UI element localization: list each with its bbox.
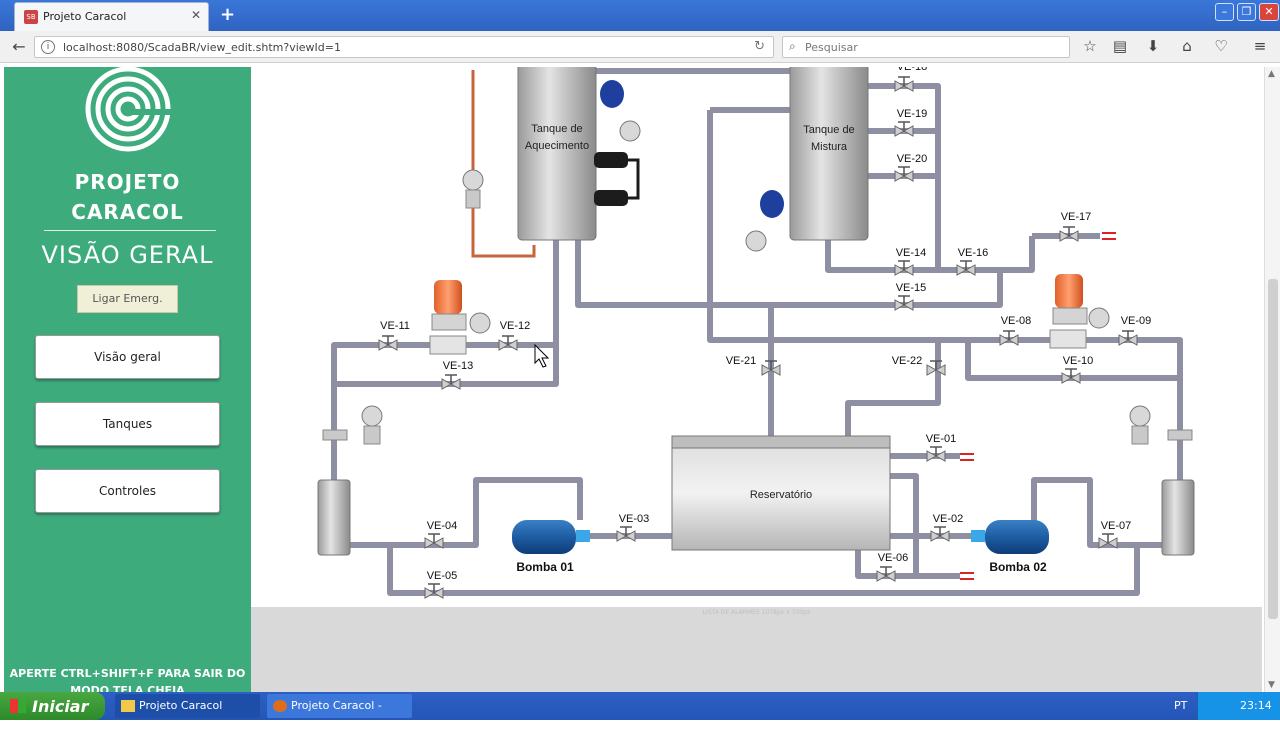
home-icon[interactable]: ⌂	[1177, 37, 1197, 55]
heating-tank	[517, 63, 597, 241]
reload-icon[interactable]: ↻	[754, 39, 765, 54]
nav-visao-geral-button[interactable]: Visão geral	[35, 335, 220, 379]
pump-01-label: Bomba 01	[516, 560, 574, 574]
menu-icon[interactable]: ≡	[1250, 37, 1270, 55]
valve-label-14: VE-14	[896, 247, 927, 259]
valve-label-07: VE-07	[1101, 520, 1132, 532]
valve-label-06: VE-06	[878, 552, 909, 564]
maximize-button[interactable]: ❐	[1237, 3, 1256, 21]
windows-taskbar: Iniciar Projeto Caracol Projeto Caracol …	[0, 692, 1280, 736]
pocket-icon[interactable]: ♡	[1211, 37, 1231, 55]
mixing-tank	[789, 63, 869, 241]
page-title: VISÃO GERAL	[41, 241, 214, 269]
valve-label-05: VE-05	[427, 570, 458, 582]
filter-left	[317, 479, 351, 556]
divider	[44, 230, 216, 231]
mixing-tank-label-1: Tanque de	[803, 124, 854, 136]
valve-label-03: VE-03	[619, 513, 650, 525]
folder-icon	[121, 700, 135, 712]
favicon-icon: SB	[24, 10, 38, 24]
valve-label-11: VE-11	[380, 320, 410, 332]
search-placeholder: Pesquisar	[805, 41, 858, 54]
url-text: localhost:8080/ScadaBR/view_edit.shtm?vi…	[63, 41, 341, 54]
pump-02-label: Bomba 02	[989, 560, 1047, 574]
mixing-tank-label-2: Mistura	[811, 141, 848, 153]
language-indicator[interactable]: PT	[1174, 699, 1187, 712]
nav-controles-button[interactable]: Controles	[35, 469, 220, 513]
heating-tank-label-2: Aquecimento	[525, 140, 589, 152]
mouse-cursor-icon	[534, 343, 550, 368]
alarm-caption: LISTA DE ALARMES 1078px x 700px	[702, 609, 811, 616]
process-diagram: Tanque de Aquecimento Tanque de Mistura …	[317, 61, 1195, 599]
search-input[interactable]: ⌕ Pesquisar	[782, 36, 1070, 58]
new-tab-button[interactable]: +	[220, 4, 235, 25]
brand-line-2: CARACOL	[71, 200, 184, 224]
back-button[interactable]: ←	[8, 37, 30, 57]
browser-titlebar: SB Projeto Caracol ✕ + – ❐ ✕	[0, 0, 1280, 31]
valve-label-15: VE-15	[896, 282, 927, 294]
heater-wire	[628, 158, 640, 200]
start-label: Iniciar	[32, 697, 89, 716]
heating-tank-label-1: Tanque de	[531, 123, 582, 135]
valve-label-21: VE-21	[726, 355, 757, 367]
start-button[interactable]: Iniciar	[0, 692, 105, 720]
valve-label-20: VE-20	[897, 153, 928, 165]
page-scrollbar[interactable]: ▲ ▼	[1264, 67, 1280, 692]
bookmark-star-icon[interactable]: ☆	[1080, 37, 1100, 55]
firefox-icon	[273, 700, 287, 712]
valve-label-18: VE-18	[897, 67, 928, 73]
brand-name: PROJETO CARACOL	[4, 167, 251, 227]
tab-title: Projeto Caracol	[43, 10, 127, 23]
pump-02[interactable]	[971, 520, 1049, 554]
valve-label-10: VE-10	[1063, 355, 1094, 367]
heater-element-2	[594, 190, 628, 206]
close-tab-icon[interactable]: ✕	[191, 8, 201, 22]
scada-view: Tanque de Aquecimento Tanque de Mistura …	[251, 61, 1262, 692]
task-firefox[interactable]: Projeto Caracol - Moz...	[267, 694, 412, 736]
reservoir-label: Reservatório	[750, 489, 812, 501]
search-icon: ⌕	[789, 39, 796, 53]
browser-tab[interactable]: SB Projeto Caracol ✕	[14, 2, 209, 31]
valve-label-09: VE-09	[1121, 315, 1152, 327]
valve-label-01: VE-01	[926, 433, 957, 445]
windows-logo-icon	[10, 699, 26, 713]
emergency-button[interactable]: Ligar Emerg.	[77, 285, 178, 313]
library-icon[interactable]: ▤	[1110, 37, 1130, 55]
address-bar[interactable]: i localhost:8080/ScadaBR/view_edit.shtm?…	[34, 36, 774, 58]
alarm-panel: LISTA DE ALARMES 1078px x 700px	[251, 607, 1262, 692]
reservoir-lid	[671, 435, 891, 449]
scroll-down-icon[interactable]: ▼	[1268, 680, 1275, 690]
valve-label-19: VE-19	[897, 108, 928, 120]
hint-line-1: APERTE CTRL+SHIFT+F PARA SAIR DO	[9, 667, 246, 680]
pump-01[interactable]	[512, 520, 590, 554]
spiral-logo-icon	[85, 67, 172, 152]
valve-label-17: VE-17	[1061, 211, 1092, 223]
valve-label-22: VE-22	[892, 355, 923, 367]
valve-label-13: VE-13	[443, 360, 474, 372]
sidebar: PROJETO CARACOL VISÃO GERAL Ligar Emerg.…	[4, 67, 251, 697]
task-explorer-label: Projeto Caracol	[139, 699, 223, 712]
navigation-toolbar: ← i localhost:8080/ScadaBR/view_edit.sht…	[0, 31, 1280, 63]
download-icon[interactable]: ⬇	[1143, 37, 1163, 55]
brand-line-1: PROJETO	[74, 170, 181, 194]
scroll-up-icon[interactable]: ▲	[1268, 69, 1275, 79]
info-icon[interactable]: i	[41, 40, 55, 54]
valve-label-08: VE-08	[1001, 315, 1032, 327]
task-explorer[interactable]: Projeto Caracol	[115, 694, 260, 718]
nav-tanques-button[interactable]: Tanques	[35, 402, 220, 446]
minimize-button[interactable]: –	[1215, 3, 1234, 21]
heater-element-1	[594, 152, 628, 168]
clock: 23:14	[1240, 699, 1272, 712]
scroll-thumb[interactable]	[1268, 279, 1278, 619]
close-window-button[interactable]: ✕	[1259, 3, 1279, 21]
filter-right	[1161, 479, 1195, 556]
valve-label-02: VE-02	[933, 513, 964, 525]
valve-label-12: VE-12	[500, 320, 531, 332]
valve-label-04: VE-04	[427, 520, 458, 532]
valve-label-16: VE-16	[958, 247, 989, 259]
